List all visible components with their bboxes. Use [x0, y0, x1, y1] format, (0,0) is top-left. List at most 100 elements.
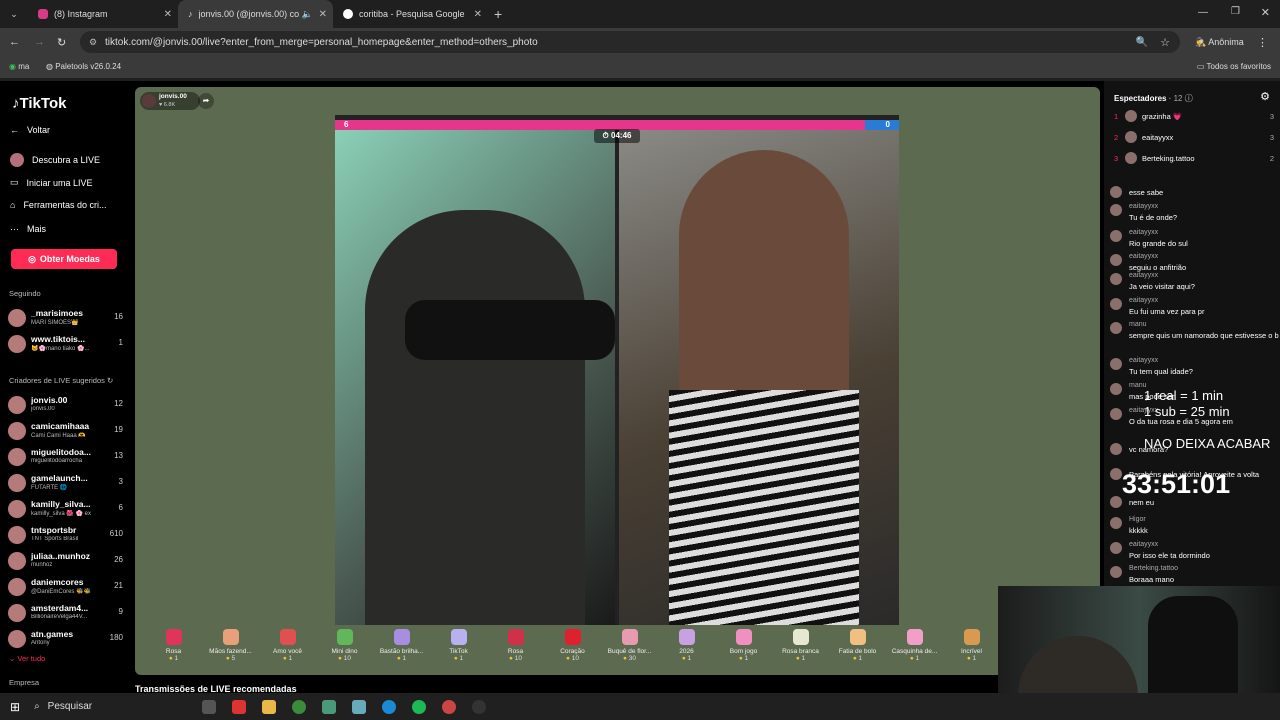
file-explorer-icon[interactable]: [262, 699, 277, 714]
suggested-account[interactable]: gamelaunch... FUTARTE 🌐 3: [8, 471, 123, 495]
tab-search-button[interactable]: ⌄: [0, 9, 28, 20]
gift-item[interactable]: Mini dino ● 10: [316, 627, 373, 672]
avatar[interactable]: [1110, 186, 1122, 198]
avatar[interactable]: [1110, 298, 1122, 310]
tab-instagram[interactable]: (8) Instagram ✕: [28, 0, 178, 28]
chat-username[interactable]: eaitayyxx: [1129, 229, 1158, 236]
all-favorites[interactable]: ▭ Todos os favoritos: [1197, 62, 1271, 71]
gift-item[interactable]: Rosa ● 10: [487, 627, 544, 672]
back-icon[interactable]: ←: [9, 36, 20, 48]
get-coins-button[interactable]: ◎ Obter Moedas: [11, 249, 117, 269]
viewer-row[interactable]: 2 eaitayyxx 3: [1114, 129, 1274, 145]
gift-item[interactable]: Bom jogo ● 1: [715, 627, 772, 672]
windows-start-icon[interactable]: ⊞: [10, 700, 20, 714]
gift-item[interactable]: TikTok ● 1: [430, 627, 487, 672]
gift-item[interactable]: 2026 ● 1: [658, 627, 715, 672]
nav-more[interactable]: ··· Mais: [10, 224, 46, 234]
host-chip[interactable]: jonvis.00 ♥ 6.8K: [140, 92, 200, 110]
new-tab-button[interactable]: +: [494, 6, 502, 22]
following-account[interactable]: www.tiktois... 🐱🌸mano tiako 🌸... 1: [8, 332, 123, 356]
forward-icon[interactable]: →: [34, 36, 45, 48]
avatar[interactable]: [1110, 230, 1122, 242]
chat-username[interactable]: eaitayyxx: [1129, 253, 1158, 260]
avatar[interactable]: [1110, 542, 1122, 554]
chat-username[interactable]: manu: [1129, 321, 1147, 328]
bookmark-whatsapp[interactable]: ◉ ma: [9, 62, 29, 71]
suggested-account[interactable]: jonvis.00 jonvis.00 12: [8, 393, 123, 417]
app-icon[interactable]: [352, 699, 367, 714]
edge-icon[interactable]: [382, 699, 397, 714]
gift-item[interactable]: Mãos fazend... ● 5: [202, 627, 259, 672]
chrome-incognito-icon[interactable]: [442, 699, 457, 714]
following-account[interactable]: _marisimoes MARI SIMÕES👑 16: [8, 306, 123, 330]
avatar[interactable]: [1110, 254, 1122, 266]
avatar[interactable]: [1110, 273, 1122, 285]
tab-google[interactable]: coritiba - Pesquisa Google ✕: [333, 0, 488, 28]
avatar[interactable]: [1110, 468, 1122, 480]
suggested-account[interactable]: atn.games Antony 180: [8, 627, 123, 651]
gift-item[interactable]: Fatia de bolo ● 1: [829, 627, 886, 672]
suggested-account[interactable]: daniemcores @DaniEmCores 🐝🐝 21: [8, 575, 123, 599]
gift-item[interactable]: Incrível ● 1: [943, 627, 1000, 672]
gift-item[interactable]: Rosa ● 1: [145, 627, 202, 672]
battle-video[interactable]: 6 0 ⏱ 04:46: [335, 115, 899, 625]
chat-username[interactable]: Higor: [1129, 516, 1146, 523]
gift-item[interactable]: Coração ● 10: [544, 627, 601, 672]
suggested-account[interactable]: amsterdam4... BillionaireVelga44V... 9: [8, 601, 123, 625]
share-icon[interactable]: ➦: [198, 93, 214, 109]
chrome-icon[interactable]: [292, 699, 307, 714]
avatar[interactable]: [1110, 322, 1122, 334]
see-all-link[interactable]: ⌄ Ver tudo: [9, 654, 45, 663]
task-view-icon[interactable]: [202, 699, 217, 714]
close-tab-icon[interactable]: ✕: [164, 9, 172, 20]
avatar[interactable]: [1110, 566, 1122, 578]
chat-username[interactable]: eaitayyxx: [1129, 541, 1158, 548]
speaker-icon[interactable]: 🔈: [302, 9, 313, 20]
site-info-icon[interactable]: ⚙: [89, 37, 97, 48]
chat-username[interactable]: Berteking.tattoo: [1129, 565, 1178, 572]
gift-item[interactable]: Amo você ● 1: [259, 627, 316, 672]
suggested-account[interactable]: juliaa..munhoz munhoz 26: [8, 549, 123, 573]
minimize-button[interactable]: —: [1198, 7, 1208, 18]
avatar[interactable]: [1110, 358, 1122, 370]
suggested-account[interactable]: camicamihaaa Cami Cami Haaa 🫶 19: [8, 419, 123, 443]
incognito-label[interactable]: 🕵 Anônima: [1195, 37, 1244, 48]
viewer-row[interactable]: 3 Berteking.tattoo 2: [1114, 150, 1274, 166]
avatar[interactable]: [1110, 496, 1122, 508]
bookmark-paletools[interactable]: ◍ Paletools v26.0.24: [46, 62, 121, 71]
chat-username[interactable]: eaitayyxx: [1129, 297, 1158, 304]
refresh-icon[interactable]: ↻: [107, 376, 113, 385]
menu-icon[interactable]: ⋮: [1257, 36, 1268, 49]
gift-item[interactable]: Bastão brilha... ● 1: [373, 627, 430, 672]
close-window-button[interactable]: ✕: [1261, 6, 1270, 19]
avatar[interactable]: [1110, 517, 1122, 529]
spotify-icon[interactable]: [412, 699, 427, 714]
nav-creator-tools[interactable]: ⌂ Ferramentas do cri...: [10, 200, 106, 210]
zoom-icon[interactable]: 🔍: [1136, 37, 1148, 48]
info-icon[interactable]: ⓘ: [1185, 94, 1193, 103]
url-field[interactable]: ⚙ tiktok.com/@jonvis.00/live?enter_from_…: [80, 31, 1180, 53]
back-link[interactable]: ← Voltar: [10, 125, 50, 135]
nav-start-live[interactable]: ▭ Iniciar uma LIVE: [10, 177, 93, 188]
settings-icon[interactable]: ⚙: [1260, 90, 1270, 103]
close-tab-icon[interactable]: ✕: [474, 9, 482, 20]
avatar[interactable]: [1110, 383, 1122, 395]
chat-username[interactable]: eaitayyxx: [1129, 272, 1158, 279]
avatar[interactable]: [1110, 204, 1122, 216]
bookmark-star-icon[interactable]: ☆: [1160, 36, 1170, 49]
app-icon[interactable]: [322, 699, 337, 714]
avatar[interactable]: [1110, 443, 1122, 455]
nav-discover-live[interactable]: Descubra a LIVE: [10, 153, 100, 167]
tiktok-logo[interactable]: ♪TikTok: [12, 95, 66, 112]
obs-icon[interactable]: [472, 699, 487, 714]
gift-item[interactable]: Casquinha de... ● 1: [886, 627, 943, 672]
gift-item[interactable]: Rosa branca ● 1: [772, 627, 829, 672]
suggested-account[interactable]: kamilly_silva... kamilly_silva 🌺 🌸 ex 6: [8, 497, 123, 521]
viewer-row[interactable]: 1 grazinha 💗 3: [1114, 108, 1274, 124]
close-tab-icon[interactable]: ✕: [319, 9, 327, 20]
restore-button[interactable]: ❐: [1231, 6, 1240, 17]
tab-tiktok[interactable]: ♪ jonvis.00 (@jonvis.00) com 🔈 ✕: [178, 0, 333, 28]
app-icon[interactable]: [232, 699, 247, 714]
gift-item[interactable]: Buquê de flor... ● 30: [601, 627, 658, 672]
chat-username[interactable]: eaitayyxx: [1129, 357, 1158, 364]
